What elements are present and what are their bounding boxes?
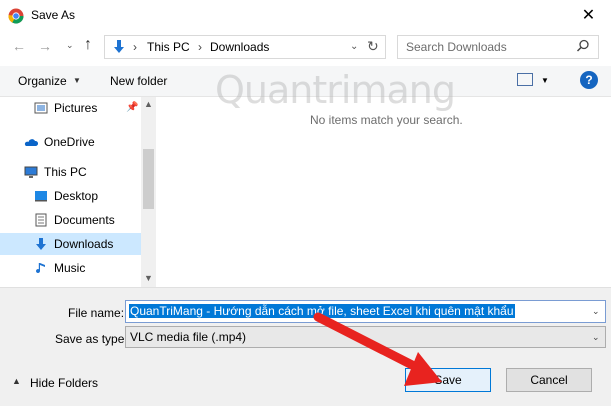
help-icon[interactable]: ? (580, 71, 598, 89)
view-options-icon[interactable] (517, 73, 533, 86)
onedrive-icon (24, 139, 38, 146)
sidebar-item-label: Documents (54, 213, 115, 227)
desktop-icon (35, 191, 47, 202)
up-arrow-icon[interactable]: ↑ (84, 36, 92, 54)
address-dropdown-icon[interactable]: ⌄ (350, 41, 358, 52)
sidebar-item-label: Music (54, 261, 86, 275)
breadcrumb-downloads[interactable]: Downloads (210, 40, 269, 54)
download-location-icon (114, 40, 124, 53)
hide-folders-label: Hide Folders (30, 376, 99, 390)
recent-locations-dropdown-icon[interactable]: ⌄ (66, 40, 74, 51)
sidebar-scrollbar[interactable]: ▲ ▼ (141, 97, 156, 287)
breadcrumb-separator[interactable]: › (198, 40, 202, 54)
search-input[interactable]: Search Downloads (397, 35, 599, 59)
filename-label: File name: (68, 306, 125, 320)
scroll-up-icon[interactable]: ▲ (141, 99, 156, 109)
scroll-down-icon[interactable]: ▼ (141, 273, 156, 283)
search-placeholder: Search Downloads (406, 40, 507, 54)
savetype-select[interactable]: VLC media file (.mp4) ⌄ (125, 326, 606, 348)
sidebar-item-label: OneDrive (44, 135, 95, 149)
back-arrow-icon[interactable]: ← (12, 38, 30, 56)
documents-icon (35, 213, 47, 227)
title-bar: Save As ✕ (0, 0, 611, 31)
search-icon[interactable] (576, 39, 590, 53)
save-form-panel: File name: QuanTriMang - Hướng dẫn cách … (0, 287, 611, 406)
filename-field[interactable]: QuanTriMang - Hướng dẫn cách mở file, sh… (125, 300, 606, 323)
scrollbar-thumb[interactable] (143, 149, 154, 209)
chrome-icon (8, 8, 24, 24)
filename-value[interactable]: QuanTriMang - Hướng dẫn cách mở file, sh… (129, 304, 515, 318)
sidebar-item-label: This PC (44, 165, 87, 179)
sidebar-item-music[interactable]: Music (24, 257, 142, 279)
sidebar-item-desktop[interactable]: Desktop (24, 185, 142, 207)
save-button[interactable]: Save (405, 368, 491, 392)
new-folder-button[interactable]: New folder (110, 74, 167, 88)
watermark-logo: Quantrimang (215, 68, 456, 112)
close-button[interactable]: ✕ (566, 0, 611, 31)
view-caret-icon[interactable]: ▼ (541, 76, 549, 85)
pictures-icon (34, 102, 48, 114)
sidebar-item-downloads[interactable]: Downloads (0, 233, 141, 255)
sidebar-item-label: Desktop (54, 189, 99, 203)
savetype-value: VLC media file (.mp4) (130, 330, 247, 344)
organize-button[interactable]: Organize (18, 74, 67, 88)
sidebar-item-onedrive[interactable]: OneDrive (14, 131, 132, 153)
pin-icon[interactable]: 📌 (126, 97, 138, 119)
savetype-label: Save as type: (55, 332, 128, 346)
savetype-dropdown-icon[interactable]: ⌄ (592, 332, 600, 343)
downloads-icon (36, 238, 46, 250)
filename-dropdown-icon[interactable]: ⌄ (592, 306, 600, 317)
chevron-up-icon: ▲ (12, 376, 21, 386)
sidebar-item-documents[interactable]: Documents (24, 209, 142, 231)
address-bar[interactable]: › This PC › Downloads ⌄ ↻ (104, 35, 386, 59)
sidebar-item-pictures[interactable]: Pictures 📌 (24, 97, 142, 119)
sidebar-item-label: Pictures (54, 101, 98, 115)
music-icon (36, 263, 45, 274)
sidebar-item-this-pc[interactable]: This PC (14, 161, 132, 183)
refresh-icon[interactable]: ↻ (367, 38, 379, 55)
file-list-area[interactable]: No items match your search. (158, 97, 611, 287)
empty-message: No items match your search. (310, 113, 463, 127)
sidebar-item-label: Downloads (54, 237, 114, 251)
breadcrumb-this-pc[interactable]: This PC (147, 40, 190, 54)
organize-caret-icon[interactable]: ▼ (73, 76, 81, 85)
breadcrumb-separator: › (133, 40, 137, 54)
forward-arrow-icon[interactable]: → (38, 38, 56, 56)
navigation-pane: Pictures 📌 OneDrive This PC Desktop Docu… (0, 97, 156, 287)
this-pc-icon (24, 166, 38, 178)
cancel-button[interactable]: Cancel (506, 368, 592, 392)
window-title: Save As (31, 8, 76, 22)
